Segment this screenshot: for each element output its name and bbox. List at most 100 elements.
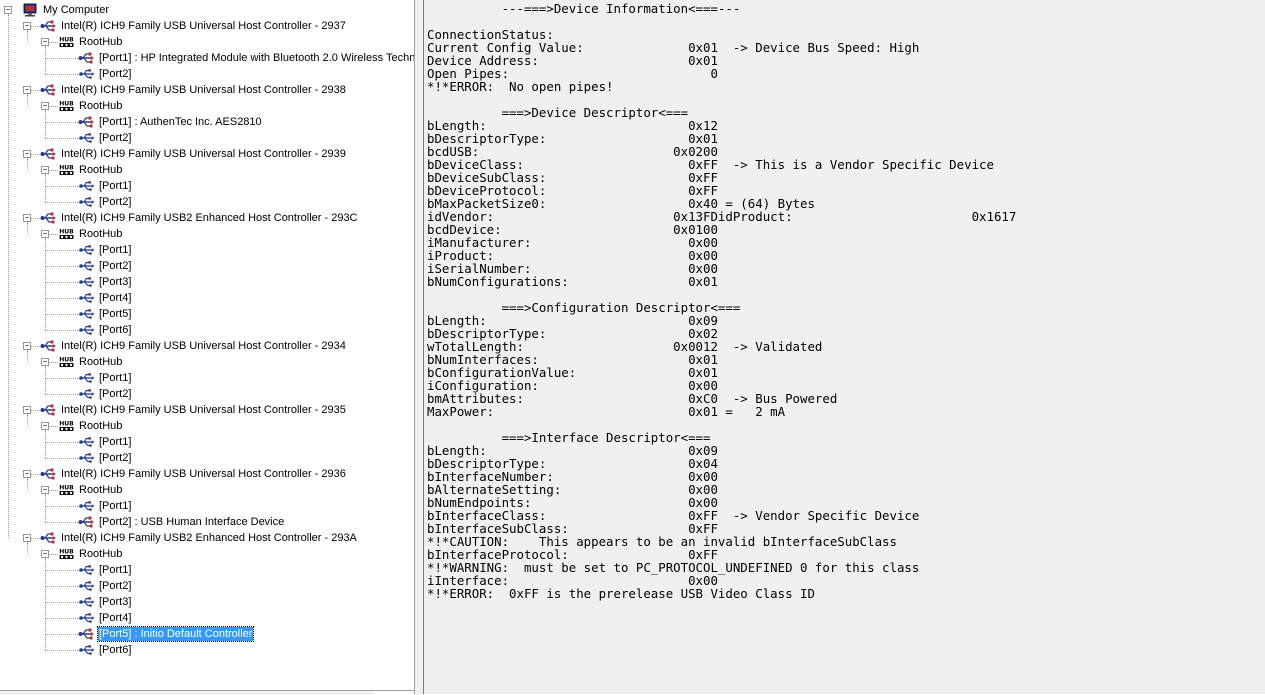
- expand-collapse-controller[interactable]: −: [23, 150, 31, 158]
- usb-port-icon: [78, 195, 95, 209]
- tree-roothub-label: RootHub: [79, 228, 123, 240]
- expand-collapse-controller[interactable]: −: [23, 534, 31, 542]
- tree-port[interactable]: [Port6]: [78, 642, 132, 658]
- tree-port[interactable]: [Port1]: [78, 178, 132, 194]
- expand-collapse-roothub[interactable]: −: [41, 230, 49, 238]
- expand-collapse-roothub[interactable]: −: [41, 358, 49, 366]
- expand-collapse-controller[interactable]: −: [23, 342, 31, 350]
- tree-line: [45, 394, 78, 395]
- tree-controller[interactable]: Intel(R) ICH9 Family USB2 Enhanced Host …: [40, 530, 358, 546]
- tree-controller[interactable]: Intel(R) ICH9 Family USB Universal Host …: [40, 466, 347, 482]
- tree-roothub[interactable]: HUB RootHub: [58, 226, 123, 242]
- expand-collapse-roothub[interactable]: −: [41, 166, 49, 174]
- tree-roothub[interactable]: HUB RootHub: [58, 418, 123, 434]
- expand-collapse-controller[interactable]: −: [23, 470, 31, 478]
- tree-port[interactable]: [Port1] : AuthenTec Inc. AES2810: [78, 114, 263, 130]
- tree-port[interactable]: [Port2]: [78, 194, 132, 210]
- tree-roothub[interactable]: HUB RootHub: [58, 34, 123, 50]
- tree-root-my-computer[interactable]: My Computer: [22, 2, 110, 18]
- tree-roothub-label: RootHub: [79, 36, 123, 48]
- tree-port-label: [Port1]: [99, 500, 132, 512]
- hub-icon: HUB: [58, 547, 75, 561]
- tree-line: [45, 506, 78, 507]
- tree-port-label: [Port1]: [99, 180, 132, 192]
- expand-collapse-roothub[interactable]: −: [41, 486, 49, 494]
- tree-port[interactable]: [Port3]: [78, 274, 132, 290]
- expand-collapse-controller[interactable]: −: [23, 214, 31, 222]
- tree-port[interactable]: [Port3]: [78, 594, 132, 610]
- usb-controller-icon: [40, 531, 57, 545]
- tree-horizontal-scrollbar[interactable]: [0, 690, 374, 695]
- expand-collapse-controller[interactable]: −: [23, 22, 31, 30]
- tree-port[interactable]: [Port1] : HP Integrated Module with Blue…: [78, 50, 415, 66]
- expand-collapse-roothub[interactable]: −: [41, 422, 49, 430]
- tree-port[interactable]: [Port4]: [78, 290, 132, 306]
- tree-controller-label: Intel(R) ICH9 Family USB Universal Host …: [61, 340, 346, 352]
- tree-port-label: [Port2]: [99, 388, 132, 400]
- usb-port-icon: [78, 323, 95, 337]
- tree-port[interactable]: [Port2]: [78, 578, 132, 594]
- tree-line: [45, 494, 46, 522]
- tree-line: [45, 650, 78, 651]
- expand-collapse-root[interactable]: −: [4, 6, 12, 14]
- tree-roothub[interactable]: HUB RootHub: [58, 98, 123, 114]
- svg-text:HUB: HUB: [59, 101, 74, 108]
- tree-roothub-label: RootHub: [79, 164, 123, 176]
- tree-line: [45, 634, 78, 635]
- tree-line: [45, 74, 78, 75]
- tree-roothub[interactable]: HUB RootHub: [58, 354, 123, 370]
- tree-port[interactable]: [Port5]: [78, 306, 132, 322]
- tree-roothub[interactable]: HUB RootHub: [58, 482, 123, 498]
- tree-port[interactable]: [Port5] : Initio Default Controller: [78, 626, 255, 642]
- tree-line: [45, 282, 78, 283]
- usb-device-tree[interactable]: My Computer − Intel(R) ICH9 Family USB Uni…: [0, 0, 415, 694]
- tree-controller[interactable]: Intel(R) ICH9 Family USB2 Enhanced Host …: [40, 210, 359, 226]
- tree-port-label: [Port1] : HP Integrated Module with Blue…: [99, 52, 415, 64]
- tree-port[interactable]: [Port6]: [78, 322, 132, 338]
- hub-icon: HUB: [58, 355, 75, 369]
- tree-line: [45, 366, 46, 394]
- tree-port[interactable]: [Port1]: [78, 370, 132, 386]
- tree-line: [27, 222, 28, 234]
- usb-port-icon: [78, 67, 95, 81]
- device-details-pane: ---===>Device Information<===--- Connect…: [423, 0, 1265, 694]
- tree-port[interactable]: [Port2]: [78, 130, 132, 146]
- tree-controller[interactable]: Intel(R) ICH9 Family USB Universal Host …: [40, 146, 347, 162]
- tree-port[interactable]: [Port1]: [78, 562, 132, 578]
- tree-port-label: [Port1] : AuthenTec Inc. AES2810: [99, 116, 262, 128]
- tree-port[interactable]: [Port2] : USB Human Interface Device: [78, 514, 285, 530]
- tree-port-label: [Port2] : USB Human Interface Device: [99, 516, 285, 528]
- tree-line: [45, 122, 78, 123]
- tree-line: [45, 58, 78, 59]
- expand-collapse-roothub[interactable]: −: [41, 38, 49, 46]
- tree-controller[interactable]: Intel(R) ICH9 Family USB Universal Host …: [40, 338, 347, 354]
- tree-port[interactable]: [Port2]: [78, 258, 132, 274]
- expand-collapse-controller[interactable]: −: [23, 86, 31, 94]
- usb-device-icon: [78, 627, 95, 641]
- tree-controller[interactable]: Intel(R) ICH9 Family USB Universal Host …: [40, 402, 347, 418]
- tree-controller-label: Intel(R) ICH9 Family USB Universal Host …: [61, 404, 346, 416]
- tree-port[interactable]: [Port1]: [78, 434, 132, 450]
- tree-controller[interactable]: Intel(R) ICH9 Family USB Universal Host …: [40, 82, 347, 98]
- tree-port[interactable]: [Port4]: [78, 610, 132, 626]
- tree-roothub[interactable]: HUB RootHub: [58, 162, 123, 178]
- tree-roothub[interactable]: HUB RootHub: [58, 546, 123, 562]
- expand-collapse-roothub[interactable]: −: [41, 550, 49, 558]
- tree-port[interactable]: [Port1]: [78, 242, 132, 258]
- tree-line: [45, 558, 46, 650]
- usb-port-icon: [78, 451, 95, 465]
- tree-port[interactable]: [Port1]: [78, 498, 132, 514]
- usb-port-icon: [78, 243, 95, 257]
- tree-line: [45, 602, 78, 603]
- usb-port-icon: [78, 259, 95, 273]
- expand-collapse-controller[interactable]: −: [23, 406, 31, 414]
- tree-controller[interactable]: Intel(R) ICH9 Family USB Universal Host …: [40, 18, 347, 34]
- tree-controller-label: Intel(R) ICH9 Family USB Universal Host …: [61, 84, 346, 96]
- expand-collapse-roothub[interactable]: −: [41, 102, 49, 110]
- tree-port[interactable]: [Port2]: [78, 66, 132, 82]
- usb-controller-icon: [40, 339, 57, 353]
- pane-splitter[interactable]: [415, 0, 423, 694]
- tree-port[interactable]: [Port2]: [78, 450, 132, 466]
- usb-port-icon: [78, 611, 95, 625]
- tree-port[interactable]: [Port2]: [78, 386, 132, 402]
